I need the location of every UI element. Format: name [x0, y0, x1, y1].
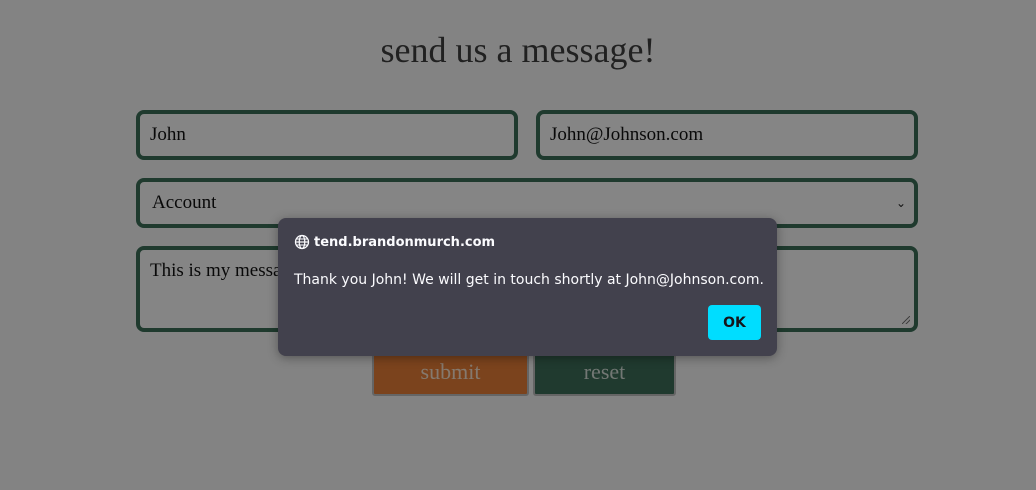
alert-dialog: tend.brandonmurch.com Thank you John! We… — [278, 218, 777, 356]
alert-header: tend.brandonmurch.com — [294, 234, 495, 250]
alert-message: Thank you John! We will get in touch sho… — [294, 272, 764, 288]
ok-button[interactable]: OK — [708, 305, 761, 340]
alert-origin: tend.brandonmurch.com — [314, 234, 496, 250]
globe-icon — [294, 234, 310, 250]
